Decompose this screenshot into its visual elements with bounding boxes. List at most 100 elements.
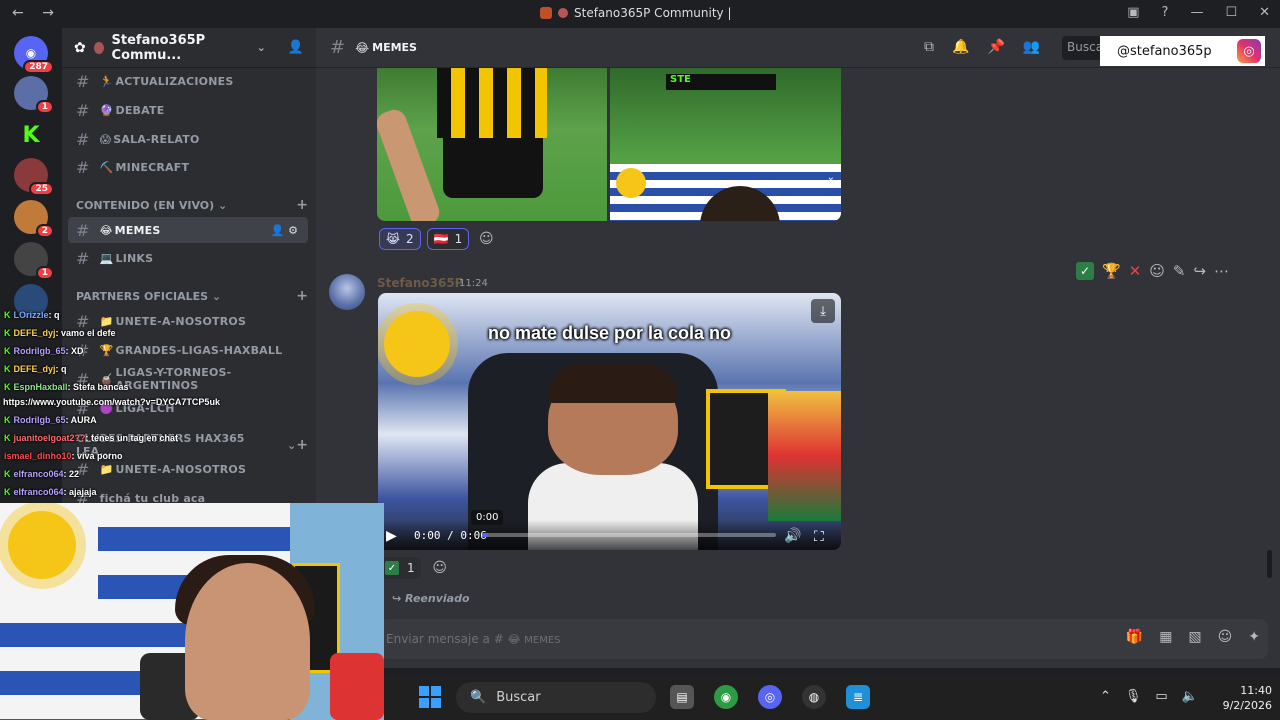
app-favicon-icon bbox=[540, 7, 552, 19]
chat-line: K Rodrilgb_65: AURA bbox=[4, 415, 97, 425]
notepad-icon[interactable]: ≣ bbox=[846, 685, 870, 709]
video-figure bbox=[384, 311, 450, 377]
chat-line: Kelfranco064: ajajaja bbox=[4, 487, 97, 497]
channel-debate[interactable]: # 🔮 DEBATE bbox=[68, 97, 308, 123]
taskbar-search[interactable]: 🔍 Buscar bbox=[456, 682, 656, 713]
server-header[interactable]: ✿ Stefano365P Commu... ⌄ 👤 bbox=[62, 28, 316, 68]
inbox-icon[interactable]: ▣ bbox=[1127, 5, 1139, 20]
reaction-button[interactable]: 😹 2 bbox=[379, 228, 421, 250]
trophy-reaction-icon[interactable]: 🏆 bbox=[1102, 262, 1121, 280]
channel-memes[interactable]: # 😂 MEMES 👤⚙ bbox=[68, 217, 308, 243]
add-channel-icon[interactable]: + bbox=[296, 288, 308, 304]
chat-user: Rodrilgb_65 bbox=[13, 346, 66, 356]
channel-links[interactable]: # 💻 LINKS bbox=[68, 245, 308, 271]
category-contenido[interactable]: CONTENIDO (EN VIVO) ⌄ + bbox=[76, 195, 308, 215]
channel-sala-relato[interactable]: # 😱 SALA-RELATO bbox=[68, 126, 308, 152]
channel-actualizaciones[interactable]: # 🏃 ACTUALIZACIONES bbox=[68, 68, 308, 94]
category-partners[interactable]: PARTNERS OFICIALES ⌄ + bbox=[76, 286, 308, 306]
server-icon-3[interactable]: 25 bbox=[14, 158, 54, 196]
attachment-image-2[interactable]: STE ⌄ bbox=[610, 68, 841, 221]
add-reaction-icon[interactable]: ☺ bbox=[429, 557, 451, 579]
reaction-count: 1 bbox=[407, 561, 415, 575]
chat-msg: : q bbox=[48, 310, 60, 320]
microphone-icon[interactable]: 🎙 bbox=[1125, 689, 1142, 704]
hash-icon: # bbox=[330, 37, 346, 58]
back-button[interactable]: ← bbox=[12, 5, 24, 21]
download-icon[interactable]: ⤓ bbox=[811, 299, 835, 323]
more-options-icon[interactable]: ⋯ bbox=[1214, 262, 1229, 280]
threads-icon[interactable]: ⧉ bbox=[924, 39, 934, 55]
direct-messages-icon[interactable]: ◉ 287 bbox=[14, 36, 54, 74]
video-seek-bar[interactable] bbox=[482, 533, 776, 537]
chevron-down-icon[interactable]: ⌄ bbox=[257, 41, 266, 54]
windows-start-icon[interactable] bbox=[419, 686, 441, 708]
minimize-button[interactable]: — bbox=[1190, 5, 1203, 20]
reaction-button[interactable]: 🇦🇹 1 bbox=[426, 228, 470, 250]
chrome-icon[interactable]: ◉ bbox=[714, 685, 738, 709]
pin-icon[interactable]: 📌 bbox=[987, 39, 1004, 55]
taskbar-clock[interactable]: 11:40 9/2/2026 bbox=[1222, 683, 1272, 713]
kick-server-icon[interactable]: K bbox=[14, 118, 48, 152]
chat-line: K DEFE_dyj: vamo el defe bbox=[4, 328, 116, 338]
video-player[interactable]: no mate dulse por la cola no ⤓ ▶ 0:00 / … bbox=[378, 293, 841, 550]
search-input[interactable]: Busca bbox=[1062, 36, 1102, 60]
edit-icon[interactable]: ✎ bbox=[1173, 262, 1186, 280]
check-reaction-icon[interactable]: ✓ bbox=[1076, 262, 1094, 280]
channel-settings-icon[interactable]: 👤⚙ bbox=[270, 224, 302, 237]
network-icon[interactable]: ▭ bbox=[1155, 689, 1167, 704]
chevron-down-icon[interactable]: ⌄ bbox=[827, 172, 835, 183]
chat-line: K LOrizzle: q bbox=[4, 310, 60, 320]
chat-msg: : AURA bbox=[65, 415, 97, 425]
gif-icon[interactable]: ▦ bbox=[1159, 629, 1172, 645]
file-explorer-icon[interactable]: ▤ bbox=[670, 685, 694, 709]
chat-user: ismael_dinho10 bbox=[4, 451, 72, 461]
channel-emoji: 💻 bbox=[99, 251, 114, 265]
chat-line: Kjuanitoelgoat2??: tenes un tag en chat bbox=[4, 433, 179, 443]
message-author[interactable]: Stefano365P bbox=[377, 276, 463, 290]
title-bar: ← → Stefano365P Community | ▣ ? — ☐ ✕ bbox=[0, 0, 1280, 28]
play-icon[interactable]: ▶ bbox=[386, 528, 397, 544]
emoji-icon[interactable]: ☺ bbox=[1218, 629, 1233, 645]
message-composer[interactable]: Enviar mensaje a # 😂 MEMES 🎁 ▦ ▧ ☺ ✦ bbox=[378, 619, 1268, 659]
channel-label: MEMES bbox=[114, 223, 161, 237]
apps-icon[interactable]: ✦ bbox=[1248, 629, 1260, 645]
attachment-image-1[interactable] bbox=[377, 68, 607, 221]
server-icon-5[interactable]: 1 bbox=[14, 242, 54, 280]
add-reaction-icon[interactable]: ☺ bbox=[475, 228, 497, 250]
scrollbar[interactable] bbox=[1267, 550, 1272, 578]
add-channel-icon[interactable]: + bbox=[296, 197, 308, 213]
obs-icon[interactable]: ◍ bbox=[802, 685, 826, 709]
server-icon-1[interactable]: 1 bbox=[14, 76, 54, 114]
image-figure bbox=[443, 138, 543, 198]
bell-icon[interactable]: 🔔 bbox=[952, 39, 969, 55]
help-icon[interactable]: ? bbox=[1162, 5, 1169, 20]
chat-link[interactable]: https://www.youtube.com/watch?v=DYCA7TCP… bbox=[3, 397, 220, 407]
server-icon-4[interactable]: 2 bbox=[14, 200, 54, 238]
close-button[interactable]: ✕ bbox=[1259, 5, 1270, 20]
avatar[interactable] bbox=[329, 274, 365, 310]
add-member-icon[interactable]: 👤 bbox=[288, 40, 304, 55]
forward-button[interactable]: → bbox=[42, 5, 54, 21]
maximize-button[interactable]: ☐ bbox=[1225, 5, 1237, 20]
sticker-icon[interactable]: ▧ bbox=[1188, 629, 1201, 645]
fullscreen-icon[interactable]: ⛶ bbox=[814, 529, 824, 545]
channel-emoji: ⛏️ bbox=[99, 160, 114, 174]
chat-line: https://www.youtube.com/watch?v=DYCA7TCP… bbox=[3, 397, 220, 407]
video-figure bbox=[768, 391, 841, 521]
image-figure bbox=[377, 106, 443, 221]
forward-icon[interactable]: ↪ bbox=[1193, 262, 1206, 280]
member-list-icon[interactable]: 👥 bbox=[1023, 39, 1040, 55]
server-badge: 25 bbox=[29, 182, 54, 196]
add-reaction-icon[interactable]: ☺ bbox=[1149, 262, 1165, 280]
volume-icon[interactable]: 🔊 bbox=[784, 528, 801, 544]
discord-icon[interactable]: ◎ bbox=[758, 685, 782, 709]
channel-minecraft[interactable]: # ⛏️ MINECRAFT bbox=[68, 154, 308, 180]
composer-placeholder-text: Enviar mensaje a # bbox=[386, 632, 508, 646]
nav-buttons: ← → bbox=[12, 5, 68, 21]
gift-icon[interactable]: 🎁 bbox=[1126, 629, 1143, 645]
chevron-up-icon[interactable]: ⌃ bbox=[1100, 689, 1111, 704]
speaker-icon[interactable]: 🔈 bbox=[1182, 689, 1198, 704]
chat-msg: : viva porno bbox=[71, 451, 123, 461]
x-reaction-icon[interactable]: ✕ bbox=[1129, 262, 1142, 280]
reaction-button[interactable]: ✓ 1 bbox=[379, 557, 421, 579]
